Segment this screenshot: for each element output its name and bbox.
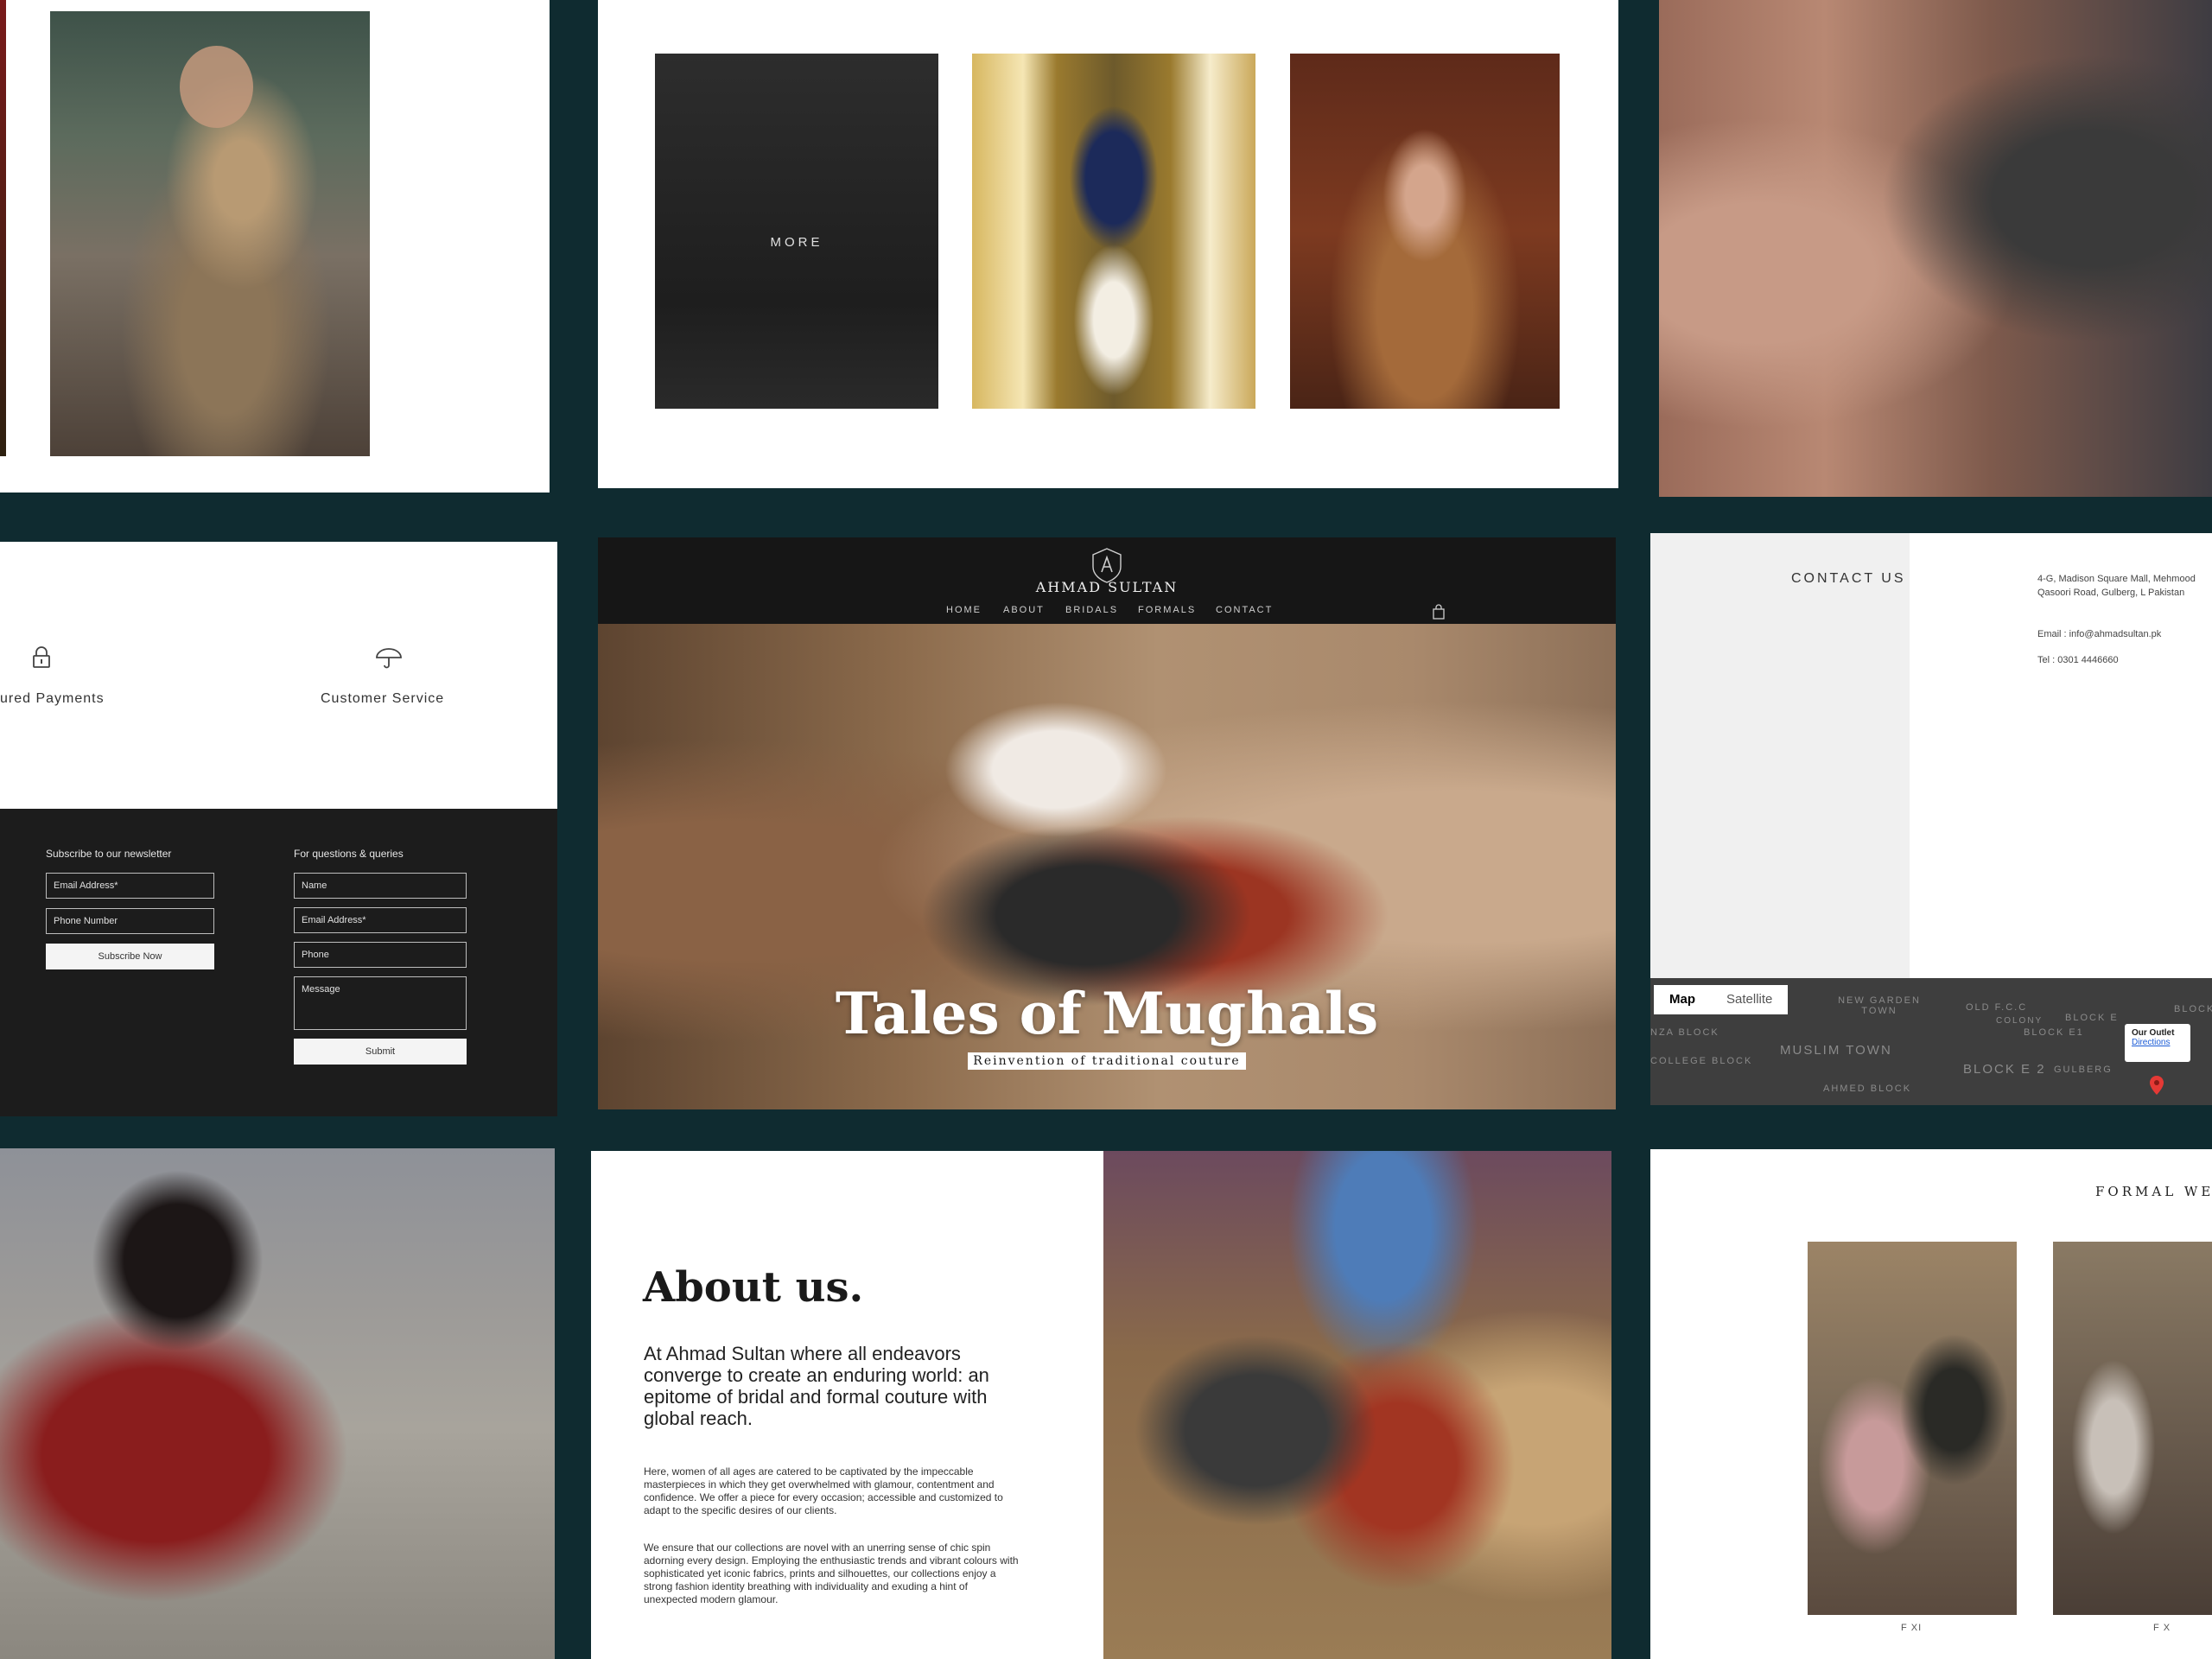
gallery-tile-groom[interactable] [972,54,1255,409]
customer-service-label: Customer Service [321,691,445,706]
formal-item-caption: F X [2153,1623,2171,1633]
map-label: NZA BLOCK [1650,1027,1719,1038]
contact-title: CONTACT US [1791,571,1906,586]
map-label: MUSLIM TOWN [1780,1043,1892,1058]
contact-email[interactable]: Email : info@ahmadsultan.pk [2037,629,2161,639]
map-tab-satellite[interactable]: Satellite [1711,985,1788,1014]
umbrella-icon [376,648,402,669]
homepage-hero-panel: AHMAD SULTAN HOME ABOUT BRIDALS FORMALS … [598,537,1616,1109]
gallery-tile-bride[interactable] [1290,54,1560,409]
nav-home[interactable]: HOME [946,605,982,615]
gallery-tile-more[interactable]: MORE [655,54,938,409]
formal-item-photo[interactable] [1808,1242,2017,1615]
contact-sidebar [1650,533,1910,978]
gallery-panel: MORE [598,0,1618,488]
newsletter-heading: Subscribe to our newsletter [46,848,172,860]
map-label: NEW GARDEN TOWN [1838,995,1921,1016]
map-label: BLOCK [2174,1004,2212,1014]
map-info-popup: Our Outlet Directions [2125,1024,2190,1062]
features-strip: ured Payments Customer Service [0,542,557,809]
popup-title: Our Outlet [2132,1028,2175,1038]
name-field[interactable]: Name [294,873,467,899]
map-label: BLOCK E1 [2024,1027,2084,1038]
hero-subtitle: Reinvention of traditional couture [968,1052,1246,1070]
about-lead: At Ahmad Sultan where all endeavors conv… [644,1343,989,1429]
footer: Subscribe to our newsletter Email Addres… [0,809,557,1116]
map-pin-icon[interactable] [2149,1075,2164,1096]
map-label: BLOCK E [2065,1013,2119,1023]
formal-wear-title: FORMAL WEAR [2095,1184,2212,1199]
contact-panel: CONTACT US 4-G, Madison Square Mall, Meh… [1650,533,2212,1105]
edge-photo [0,0,6,456]
secure-payments-label: ured Payments [0,691,105,706]
about-title: About us. [643,1263,864,1312]
email-field[interactable]: Email Address* [294,907,467,933]
map-label: COLONY [1996,1016,2044,1026]
map-tab-map[interactable]: Map [1654,985,1711,1014]
bride-crown-photo [50,11,370,456]
lock-icon [33,646,50,668]
hero-title: Tales of Mughals [835,980,1379,1047]
nav-about[interactable]: ABOUT [1003,605,1045,615]
map-label: AHMED BLOCK [1823,1084,1912,1094]
contact-address: 4-G, Madison Square Mall, Mehmood Qasoor… [2037,574,2196,598]
newsletter-email-field[interactable]: Email Address* [46,873,214,899]
site-header: AHMAD SULTAN HOME ABOUT BRIDALS FORMALS … [598,537,1616,624]
about-runway-photo [1103,1151,1611,1659]
footer-forms-panel: ured Payments Customer Service Subscribe… [0,542,557,1116]
shopping-bag-icon[interactable] [1432,604,1446,620]
bridal-photo-panel [0,0,550,493]
nav-formals[interactable]: FORMALS [1138,605,1196,615]
nav-bridals[interactable]: BRIDALS [1065,605,1118,615]
more-label: MORE [770,235,823,250]
map-label: GULBERG [2054,1065,2113,1075]
phone-field[interactable]: Phone [294,942,467,968]
map-type-tabs: Map Satellite [1654,985,1789,1014]
formal-item-caption: F XI [1901,1623,1923,1633]
formal-wear-panel: FORMAL WEAR F XI F X [1650,1149,2212,1659]
directions-link[interactable]: Directions [2132,1038,2183,1047]
message-field[interactable]: Message [294,976,467,1030]
nav-contact[interactable]: CONTACT [1216,605,1273,615]
about-panel: About us. At Ahmad Sultan where all ende… [591,1151,1611,1659]
bride-mountain-photo [0,1148,555,1659]
map-label: BLOCK E 2 [1963,1062,2046,1077]
runway-closeup-photo [1659,0,2212,497]
about-paragraph-1: Here, women of all ages are catered to b… [644,1465,1003,1516]
about-paragraph-2: We ensure that our collections are novel… [644,1541,1019,1605]
contact-phone[interactable]: Tel : 0301 4446660 [2037,655,2119,665]
hero-banner: Tales of Mughals Reinvention of traditio… [598,624,1616,1109]
newsletter-phone-field[interactable]: Phone Number [46,908,214,934]
map-label: OLD F.C.C [1966,1002,2028,1013]
queries-heading: For questions & queries [294,848,404,860]
map-label: COLLEGE BLOCK [1650,1056,1753,1066]
outlet-map[interactable]: Map Satellite NEW GARDEN TOWN OLD F.C.C … [1650,978,2212,1105]
subscribe-button[interactable]: Subscribe Now [46,944,214,969]
formal-item-photo[interactable] [2053,1242,2212,1615]
submit-button[interactable]: Submit [294,1039,467,1065]
brand-name[interactable]: AHMAD SULTAN [598,579,1616,595]
